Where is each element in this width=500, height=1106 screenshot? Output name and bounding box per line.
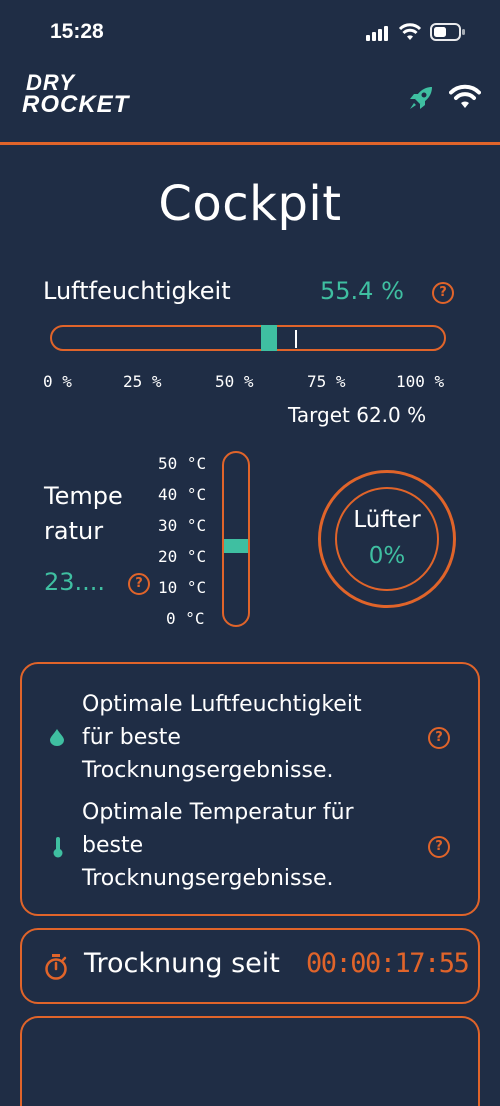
humidity-scale-50: 50 % [215, 372, 254, 391]
battery-icon [430, 23, 465, 41]
wifi-connection-icon[interactable] [449, 84, 481, 110]
humidity-help-icon[interactable]: ? [432, 282, 454, 304]
humidity-target-marker [295, 330, 298, 348]
humidity-message-line1: Optimale Luftfeuchtigkeit [82, 692, 362, 717]
humidity-value: 55.4 % [320, 277, 404, 305]
humidity-scale-75: 75 % [307, 372, 346, 391]
humidity-scale-0: 0 % [43, 372, 72, 391]
humidity-message: Optimale Luftfeuchtigkeit für beste Troc… [82, 688, 362, 787]
drying-timer-card: Trocknung seit 00:00:17:55 [20, 928, 480, 1004]
humidity-scale-25: 25 % [123, 372, 162, 391]
rocket-icon[interactable] [406, 83, 436, 113]
fan-value: 0% [368, 543, 406, 569]
humidity-scale-100: 100 % [396, 372, 445, 391]
temp-scale-10: 10 °C [158, 578, 207, 597]
humidity-bar [50, 325, 446, 351]
temp-scale-40: 40 °C [158, 485, 207, 504]
temp-scale-30: 30 °C [158, 516, 207, 535]
temperature-value: 23.... [44, 568, 106, 596]
temperature-current-marker [224, 538, 248, 553]
drying-label: Trocknung seit [84, 948, 280, 979]
next-card-partial [20, 1016, 480, 1106]
app-logo: DRY ROCKET [22, 72, 152, 122]
humidity-target-label: Target 62.0 % [288, 403, 427, 427]
temperature-help-icon[interactable]: ? [128, 573, 150, 595]
temperature-message-help-icon[interactable]: ? [428, 836, 450, 858]
temperature-bar [222, 451, 250, 627]
status-time: 15:28 [50, 20, 104, 43]
temperature-label-line1: Tempe [44, 482, 123, 510]
droplet-icon [50, 729, 64, 746]
drying-elapsed-time: 00:00:17:55 [306, 948, 470, 979]
humidity-current-marker [261, 325, 278, 351]
logo-line-2: ROCKET [22, 91, 130, 118]
humidity-message-help-icon[interactable]: ? [428, 727, 450, 749]
temperature-message-line3: Trocknungsergebnisse. [82, 866, 334, 891]
stopwatch-icon [45, 954, 67, 980]
fan-gauge: Lüfter 0% [318, 470, 456, 608]
temperature-message-line2: beste [82, 833, 144, 858]
humidity-message-line2: für beste [82, 725, 181, 750]
fan-inner-ring [335, 487, 439, 591]
cellular-signal-icon [366, 25, 392, 41]
humidity-message-line3: Trocknungsergebnisse. [82, 758, 334, 783]
temp-scale-20: 20 °C [158, 547, 207, 566]
status-messages-card: Optimale Luftfeuchtigkeit für beste Troc… [20, 662, 480, 916]
temperature-message: Optimale Temperatur für beste Trocknungs… [82, 796, 354, 895]
temp-scale-50: 50 °C [158, 454, 207, 473]
wifi-status-icon [398, 23, 422, 40]
temperature-message-line1: Optimale Temperatur für [82, 800, 354, 825]
temperature-label-line2: ratur [44, 517, 104, 545]
fan-label: Lüfter [353, 507, 421, 533]
temp-scale-0: 0 °C [166, 609, 205, 628]
header-divider [0, 142, 500, 145]
thermometer-icon [53, 837, 63, 858]
humidity-label: Luftfeuchtigkeit [43, 277, 231, 305]
page-title: Cockpit [158, 176, 342, 232]
